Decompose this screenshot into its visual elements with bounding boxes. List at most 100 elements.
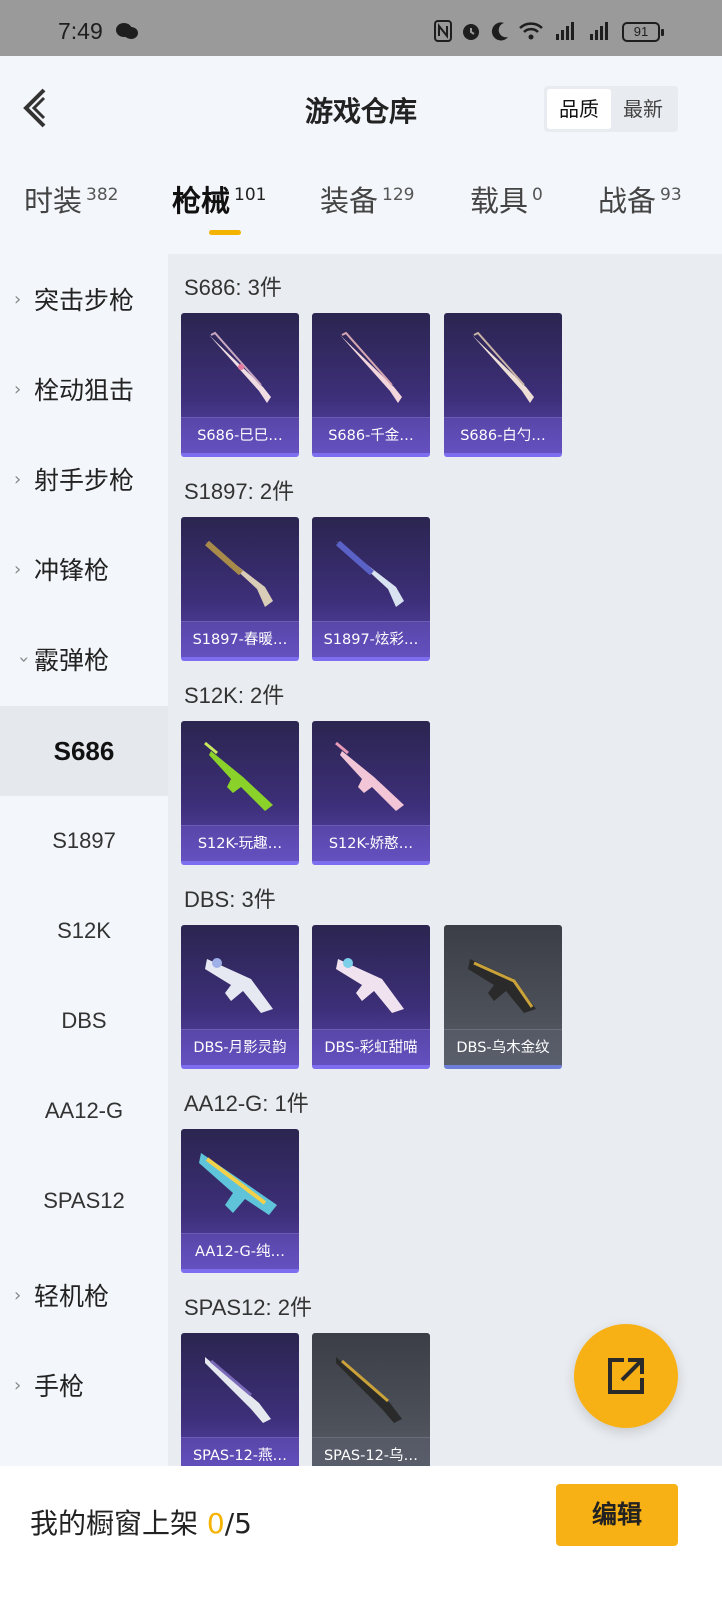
showcase-label: 我的橱窗上架 <box>30 1507 207 1540</box>
tab-count: 93 <box>660 185 682 206</box>
weapon-card[interactable]: S686-白勺… <box>444 313 562 457</box>
sidebar-item-pistol[interactable]: › 手枪 <box>0 1340 168 1430</box>
tab-count: 382 <box>86 185 119 206</box>
sort-toggle[interactable]: 品质 最新 <box>544 86 678 132</box>
tab-fashion[interactable]: 时装 382 <box>24 178 118 220</box>
sidebar-item-assault-rifle[interactable]: › 突击步枪 <box>0 254 168 344</box>
sidebar-sub-spas12[interactable]: SPAS12 <box>0 1156 168 1246</box>
sidebar-item-marksman-rifle[interactable]: › 射手步枪 <box>0 434 168 524</box>
shotgun-image-icon <box>472 331 534 403</box>
sidebar-sub-dbs[interactable]: DBS <box>0 976 168 1066</box>
section-title: SPAS12: 2件 <box>184 1295 312 1320</box>
chevron-right-icon: › <box>14 1284 22 1306</box>
shotgun-image-icon <box>336 958 404 1013</box>
weapon-card[interactable]: S1897-炫彩… <box>312 517 430 661</box>
section-title: S12K: 2件 <box>184 683 285 708</box>
rifle-image-icon <box>204 741 273 811</box>
weapon-name: S1897-炫彩… <box>312 621 430 657</box>
chevron-right-icon: › <box>14 468 22 490</box>
sidebar-sub-s686[interactable]: S686 <box>0 706 168 796</box>
shotgun-image-icon <box>205 958 273 1013</box>
tab-vehicles[interactable]: 载具 0 <box>470 178 543 220</box>
weapon-name: DBS-彩虹甜喵 <box>312 1029 430 1065</box>
tab-label: 时装 <box>24 184 83 218</box>
weapon-card[interactable]: S12K-玩趣… <box>181 721 299 865</box>
sidebar-item-bolt-sniper[interactable]: › 栓动狙击 <box>0 344 168 434</box>
wifi-icon <box>519 22 543 40</box>
shotgun-image-icon <box>340 331 402 403</box>
weapon-card[interactable]: DBS-彩虹甜喵 <box>312 925 430 1069</box>
sidebar-sub-s1897[interactable]: S1897 <box>0 796 168 886</box>
sidebar-item-label: 突击步枪 <box>34 286 135 315</box>
weapon-card[interactable]: DBS-月影灵韵 <box>181 925 299 1069</box>
tab-equipment[interactable]: 装备 129 <box>320 178 414 220</box>
weapon-card[interactable]: S12K-娇憨… <box>312 721 430 865</box>
status-bar: 7:49 91 <box>0 0 722 56</box>
sidebar-item-label: 轻机枪 <box>34 1282 110 1311</box>
section-title: S686: 3件 <box>184 275 282 300</box>
sidebar-item-shotgun[interactable]: › 霰弹枪 <box>0 614 168 704</box>
weapon-card[interactable]: S686-巳巳… <box>181 313 299 457</box>
sidebar-item-label: 栓动狙击 <box>34 376 135 405</box>
tab-count: 0 <box>532 185 543 206</box>
sidebar: › 突击步枪 › 栓动狙击 › 射手步枪 › 冲锋枪 › 霰弹枪 S686 S1897 S… <box>0 254 168 1484</box>
weapon-card[interactable]: S1897-春暖… <box>181 517 299 661</box>
weapon-card[interactable]: DBS-乌木金纹 <box>444 925 562 1069</box>
sidebar-item-label: 霰弹枪 <box>34 646 110 675</box>
showcase-total-count: /5 <box>224 1507 252 1540</box>
shotgun-image-icon <box>336 540 404 607</box>
section-title: S1897: 2件 <box>184 479 295 504</box>
weapon-name: S12K-娇憨… <box>312 825 430 861</box>
sidebar-sub-aa12g[interactable]: AA12-G <box>0 1066 168 1156</box>
shotgun-image-icon <box>205 540 273 607</box>
tab-firearms[interactable]: 枪械 101 <box>172 178 266 220</box>
tab-count: 101 <box>234 185 267 206</box>
weapon-card[interactable]: S686-千金… <box>312 313 430 457</box>
shotgun-image-icon <box>336 1357 402 1423</box>
sidebar-sub-s12k[interactable]: S12K <box>0 886 168 976</box>
signal-icon-2 <box>590 22 608 40</box>
wechat-icon <box>116 23 138 39</box>
category-tabs: 时装 382 枪械 101 装备 129 载具 0 战备 93 <box>0 178 722 248</box>
header: 游戏仓库 品质 最新 <box>0 56 722 160</box>
showcase-status: 我的橱窗上架 0/5 <box>30 1502 252 1542</box>
chevron-down-icon: › <box>13 655 35 663</box>
weapon-card[interactable]: SPAS-12-乌… <box>312 1333 430 1477</box>
shotgun-image-icon <box>199 1153 277 1215</box>
tab-label: 装备 <box>320 184 379 218</box>
alarm-icon <box>463 24 479 40</box>
chevron-right-icon: › <box>14 378 22 400</box>
tab-label: 战备 <box>598 184 657 218</box>
weapon-card[interactable]: SPAS-12-燕… <box>181 1333 299 1477</box>
sidebar-item-label: 冲锋枪 <box>34 556 110 585</box>
tab-battle-supplies[interactable]: 战备 93 <box>598 178 682 220</box>
share-button[interactable] <box>574 1324 678 1428</box>
sort-newest-option[interactable]: 最新 <box>611 89 675 129</box>
status-time: 7:49 <box>58 18 103 44</box>
weapon-name: S686-巳巳… <box>181 417 299 453</box>
nfc-icon <box>434 20 452 42</box>
bottom-bar: 我的橱窗上架 0/5 编辑 <box>0 1466 722 1600</box>
sidebar-item-label: 手枪 <box>34 1372 85 1401</box>
tab-label: 载具 <box>470 184 529 218</box>
weapon-name: S1897-春暖… <box>181 621 299 657</box>
tab-count: 129 <box>382 185 415 206</box>
moon-icon <box>491 22 508 41</box>
section-title: AA12-G: 1件 <box>184 1091 309 1116</box>
weapon-name: AA12-G-纯… <box>181 1233 299 1269</box>
weapon-card[interactable]: AA12-G-纯… <box>181 1129 299 1273</box>
weapon-name: DBS-乌木金纹 <box>444 1029 562 1065</box>
share-external-icon <box>608 1358 644 1394</box>
sidebar-item-lmg[interactable]: › 轻机枪 <box>0 1250 168 1340</box>
chevron-right-icon: › <box>14 288 22 310</box>
signal-icon-1 <box>556 22 574 40</box>
weapon-name: S686-白勺… <box>444 417 562 453</box>
showcase-current-count: 0 <box>206 1507 225 1540</box>
weapon-list: S686: 3件 S686-巳巳… S686-千金… S686-白勺… S189… <box>168 254 722 1484</box>
sort-quality-option[interactable]: 品质 <box>547 89 611 129</box>
edit-button[interactable]: 编辑 <box>556 1484 678 1546</box>
sidebar-item-smg[interactable]: › 冲锋枪 <box>0 524 168 614</box>
rifle-image-icon <box>335 741 404 811</box>
tab-label: 枪械 <box>172 184 231 218</box>
shotgun-image-icon <box>205 1357 271 1423</box>
